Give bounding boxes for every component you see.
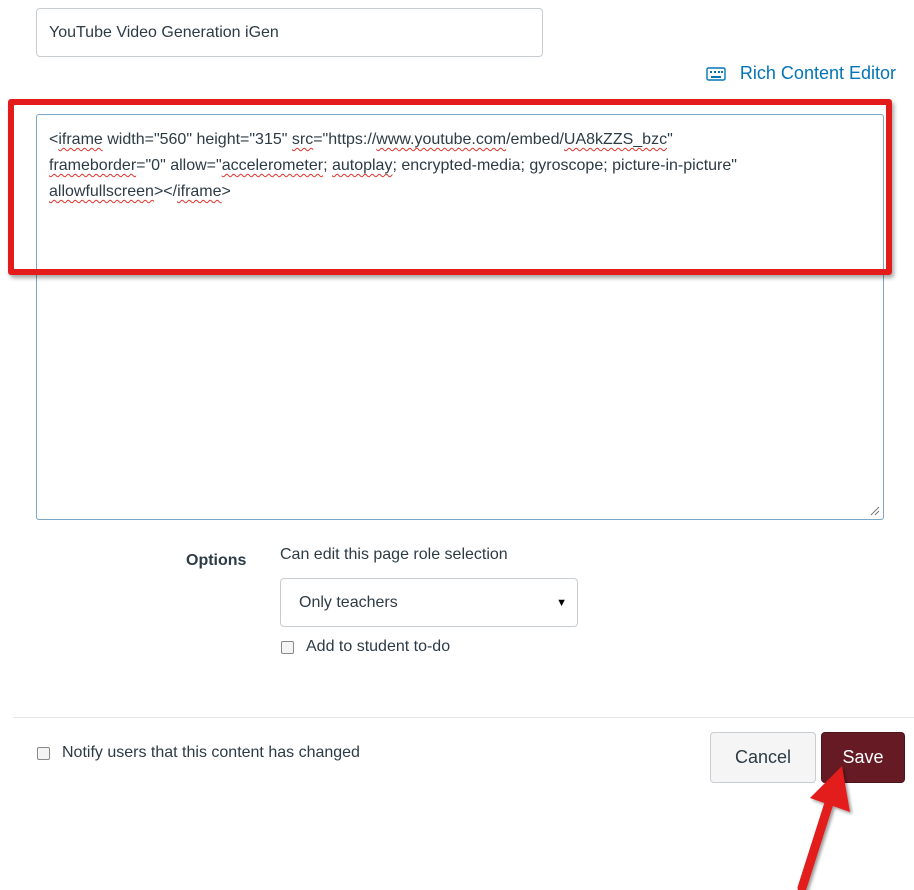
editor-line-2: frameborder="0" allow="accelerometer; au… bbox=[49, 157, 737, 174]
role-select-value: Only teachers bbox=[299, 593, 398, 611]
editor-line-3: allowfullscreen></iframe> bbox=[49, 183, 231, 200]
role-selection-label: Can edit this page role selection bbox=[280, 546, 508, 563]
rich-content-editor-toggle[interactable]: Rich Content Editor bbox=[706, 63, 896, 84]
page-title-input[interactable] bbox=[36, 8, 543, 57]
resize-handle-icon[interactable] bbox=[870, 506, 880, 516]
notify-users-label: Notify users that this content has chang… bbox=[62, 744, 360, 761]
student-todo-label: Add to student to-do bbox=[306, 638, 451, 655]
student-todo-row[interactable]: Add to student to-do bbox=[281, 638, 450, 656]
editor-code: <iframe width="560" height="315" src="ht… bbox=[49, 127, 871, 205]
caret-down-icon: ▼ bbox=[556, 596, 567, 609]
notify-users-checkbox[interactable] bbox=[37, 746, 50, 760]
footer-divider bbox=[13, 717, 914, 718]
html-editor-textarea[interactable]: <iframe width="560" height="315" src="ht… bbox=[36, 114, 884, 520]
red-arrow-icon bbox=[797, 766, 850, 890]
rce-toggle-label: Rich Content Editor bbox=[739, 63, 896, 83]
student-todo-checkbox[interactable] bbox=[281, 640, 294, 654]
role-select[interactable]: Only teachers ▼ bbox=[280, 578, 578, 627]
options-label: Options bbox=[186, 552, 247, 569]
keyboard-icon bbox=[706, 66, 726, 81]
editor-line-1: <iframe width="560" height="315" src="ht… bbox=[49, 131, 673, 148]
notify-users-row[interactable]: Notify users that this content has chang… bbox=[37, 744, 360, 762]
